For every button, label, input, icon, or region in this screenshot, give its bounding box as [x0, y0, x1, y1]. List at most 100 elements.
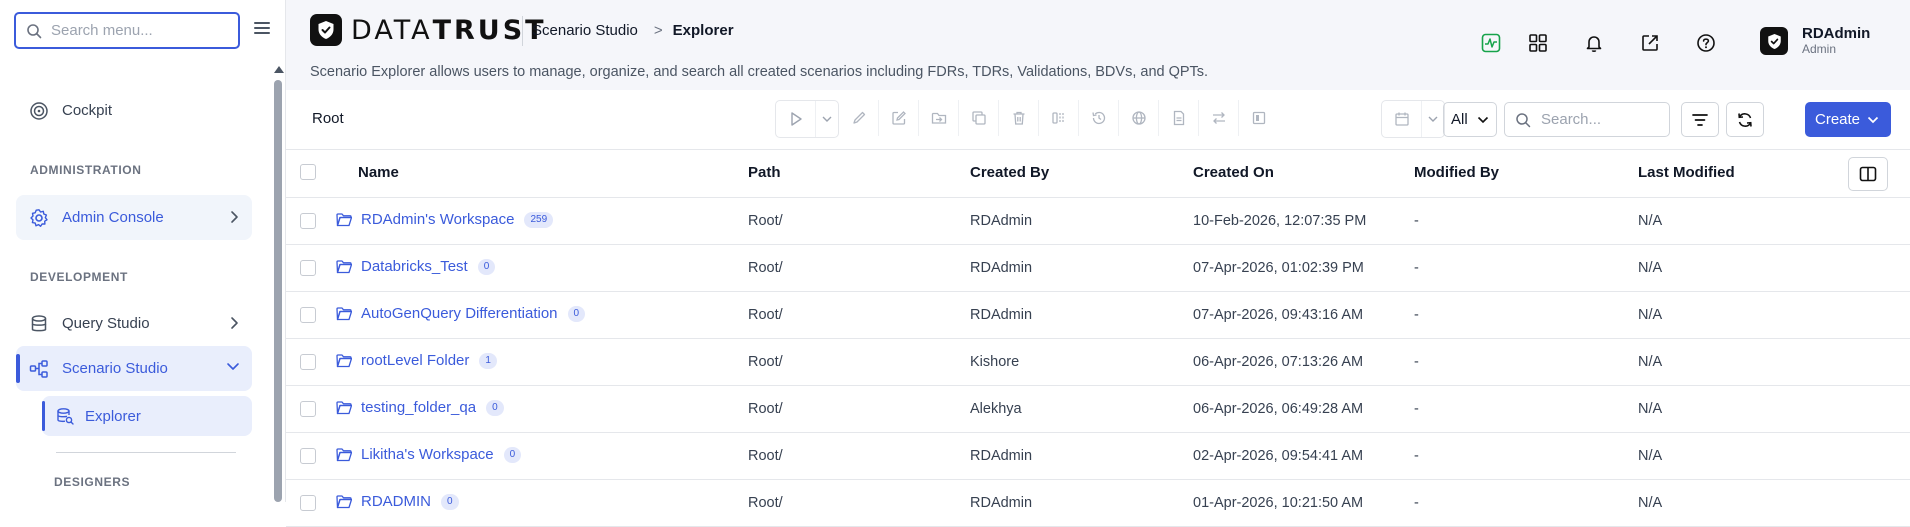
user-role: Admin [1802, 42, 1837, 56]
column-settings-button[interactable] [1848, 157, 1888, 191]
item-count-badge: 0 [477, 258, 496, 275]
row-checkbox[interactable] [300, 213, 316, 229]
created-by-cell: RDAdmin [970, 260, 1033, 276]
name-cell[interactable]: testing_folder_qa 0 [336, 399, 504, 416]
swap-icon[interactable] [1199, 100, 1239, 136]
columns-icon [1859, 166, 1877, 182]
external-link-icon[interactable] [1639, 32, 1661, 54]
modified-by-cell: - [1414, 260, 1419, 276]
item-count-badge: 0 [486, 399, 504, 416]
table-row[interactable]: testing_folder_qa 0 Root/Alekhya 06-Apr-202… [286, 386, 1910, 433]
chevron-right-icon [228, 316, 240, 330]
help-icon[interactable] [1695, 32, 1717, 54]
scroll-up-arrow-icon[interactable] [274, 66, 284, 73]
table-row[interactable]: RDAdmin's Workspace 259 Root/RDAdmin 10-Feb… [286, 198, 1910, 245]
folder-name[interactable]: Likitha's Workspace [361, 446, 494, 463]
refresh-button[interactable] [1726, 102, 1764, 137]
sidebar-scrollbar[interactable] [274, 80, 282, 502]
column-header-created-on[interactable]: Created On [1193, 164, 1274, 181]
copy-icon[interactable] [959, 100, 999, 136]
database-icon [28, 313, 50, 335]
last-modified-cell: N/A [1638, 260, 1663, 276]
brand-logo[interactable]: DATATRUST [310, 14, 547, 46]
folder-name[interactable]: AutoGenQuery Differentiation [361, 305, 558, 322]
folder-icon [336, 447, 352, 462]
target-icon [28, 100, 50, 122]
folder-name[interactable]: testing_folder_qa [361, 399, 476, 416]
table-row[interactable]: Likitha's Workspace 0 Root/RDAdmin 02-Apr-2… [286, 433, 1910, 480]
last-modified-cell: N/A [1638, 448, 1663, 464]
type-filter-select[interactable]: All [1443, 102, 1497, 137]
edit-icon[interactable] [879, 100, 919, 136]
sidebar: Search menu... Cockpit ADMINISTRATION Ad… [0, 0, 286, 502]
menu-search-input[interactable]: Search menu... [14, 12, 240, 49]
table-row[interactable]: Databricks_Test 0 Root/RDAdmin 07-Apr-2026,… [286, 245, 1910, 292]
folder-name[interactable]: rootLevel Folder [361, 352, 469, 369]
user-menu[interactable]: RDAdmin Admin [1760, 26, 1870, 56]
table-row[interactable]: RDADMIN 0 Root/RDAdmin 01-Apr-2026, 10:21:5… [286, 480, 1910, 527]
explorer-search-input[interactable]: Search... [1504, 102, 1670, 137]
column-header-created-by[interactable]: Created By [970, 164, 1049, 181]
row-checkbox[interactable] [300, 354, 316, 370]
split-icon[interactable] [1039, 100, 1079, 136]
activity-icon[interactable] [1480, 32, 1502, 54]
column-header-path[interactable]: Path [748, 164, 781, 181]
row-checkbox[interactable] [300, 448, 316, 464]
name-cell[interactable]: Likitha's Workspace 0 [336, 446, 522, 463]
pencil-icon[interactable] [839, 100, 879, 136]
modified-by-cell: - [1414, 448, 1419, 464]
item-count-badge: 259 [524, 211, 554, 228]
row-checkbox[interactable] [300, 307, 316, 323]
filter-button[interactable] [1681, 102, 1719, 137]
calendar-icon[interactable] [1382, 101, 1422, 137]
name-cell[interactable]: Databricks_Test 0 [336, 258, 496, 275]
created-on-cell: 07-Apr-2026, 01:02:39 PM [1193, 260, 1364, 276]
panel-icon[interactable] [1239, 100, 1279, 136]
sidebar-item-cockpit[interactable]: Cockpit [16, 88, 252, 133]
brand-name: DATATRUST [351, 14, 547, 46]
name-cell[interactable]: rootLevel Folder 1 [336, 352, 497, 369]
name-cell[interactable]: RDAdmin's Workspace 259 [336, 211, 554, 228]
grid-icon[interactable] [1527, 32, 1549, 54]
table-row[interactable]: AutoGenQuery Differentiation 0 Root/RDAdmi… [286, 292, 1910, 339]
column-header-last-modified[interactable]: Last Modified [1638, 164, 1735, 181]
play-icon[interactable] [776, 101, 816, 137]
sidebar-item-label: Scenario Studio [62, 360, 168, 377]
bell-icon[interactable] [1583, 32, 1605, 54]
section-administration: ADMINISTRATION [30, 163, 142, 177]
last-modified-cell: N/A [1638, 354, 1663, 370]
select-all-checkbox[interactable] [300, 164, 316, 180]
sidebar-item-admin-console[interactable]: Admin Console [16, 195, 252, 240]
chevron-down-icon[interactable] [1422, 101, 1444, 137]
section-development: DEVELOPMENT [30, 270, 128, 284]
table-row[interactable]: rootLevel Folder 1 Root/Kishore 06-Apr-2026… [286, 339, 1910, 386]
path-cell: Root/ [748, 354, 783, 370]
user-name: RDAdmin [1802, 25, 1871, 42]
path-cell: Root/ [748, 260, 783, 276]
sidebar-item-query-studio[interactable]: Query Studio [16, 301, 252, 346]
column-header-modified-by[interactable]: Modified By [1414, 164, 1499, 181]
sidebar-item-explorer[interactable]: Explorer [42, 396, 252, 436]
folder-name[interactable]: RDAdmin's Workspace [361, 211, 514, 228]
document-icon[interactable] [1159, 100, 1199, 136]
divider [56, 452, 236, 453]
created-on-cell: 06-Apr-2026, 07:13:26 AM [1193, 354, 1364, 370]
move-icon[interactable] [919, 100, 959, 136]
explorer-search-placeholder: Search... [1541, 111, 1602, 128]
history-icon[interactable] [1079, 100, 1119, 136]
item-count-badge: 0 [503, 446, 522, 463]
breadcrumb-parent[interactable]: Scenario Studio [532, 22, 638, 39]
item-count-badge: 1 [479, 352, 497, 369]
chevron-down-icon[interactable] [816, 101, 838, 137]
folder-name[interactable]: Databricks_Test [361, 258, 468, 275]
row-checkbox[interactable] [300, 260, 316, 276]
globe-icon[interactable] [1119, 100, 1159, 136]
hamburger-menu-icon[interactable] [254, 22, 270, 36]
sidebar-item-scenario-studio[interactable]: Scenario Studio [16, 346, 252, 391]
create-button[interactable]: Create [1805, 102, 1891, 137]
row-checkbox[interactable] [300, 495, 316, 511]
column-header-name[interactable]: Name [358, 164, 399, 181]
trash-icon[interactable] [999, 100, 1039, 136]
name-cell[interactable]: AutoGenQuery Differentiation 0 [336, 305, 586, 322]
row-checkbox[interactable] [300, 401, 316, 417]
